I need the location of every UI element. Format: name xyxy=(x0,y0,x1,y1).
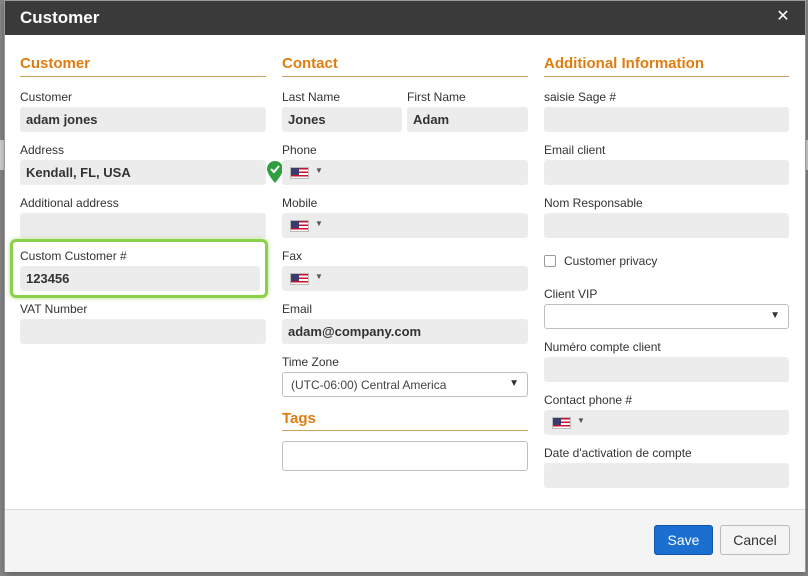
numero-compte-label: Numéro compte client xyxy=(544,340,661,354)
vat-number-field[interactable] xyxy=(20,319,266,344)
verified-location-icon xyxy=(267,161,283,183)
customer-modal: Customer ✕ Customer Customer adam jones … xyxy=(4,0,806,572)
custom-customer-number-label: Custom Customer # xyxy=(20,249,127,263)
customer-section-title: Customer xyxy=(20,55,91,72)
customer-field[interactable]: adam jones xyxy=(20,107,266,132)
time-zone-label: Time Zone xyxy=(282,355,339,369)
date-activation-field[interactable] xyxy=(544,463,789,488)
contact-phone-field[interactable]: ▼ xyxy=(544,410,789,435)
last-name-field[interactable]: Jones xyxy=(282,107,402,132)
section-divider xyxy=(282,76,528,77)
fax-field[interactable]: ▼ xyxy=(282,266,528,291)
section-divider xyxy=(20,76,266,77)
client-vip-label: Client VIP xyxy=(544,287,598,301)
nom-responsable-label: Nom Responsable xyxy=(544,196,643,210)
cancel-button[interactable]: Cancel xyxy=(720,525,790,555)
first-name-label: First Name xyxy=(407,90,466,104)
phone-field[interactable]: ▼ xyxy=(282,160,528,185)
address-field[interactable]: Kendall, FL, USA xyxy=(20,160,266,185)
additional-address-field[interactable] xyxy=(20,213,266,238)
chevron-down-icon: ▼ xyxy=(770,310,780,321)
tags-section-title: Tags xyxy=(282,410,316,427)
chevron-down-icon: ▼ xyxy=(509,378,519,389)
saisie-sage-field[interactable] xyxy=(544,107,789,132)
numero-compte-field[interactable] xyxy=(544,357,789,382)
saisie-sage-label: saisie Sage # xyxy=(544,90,617,104)
email-client-label: Email client xyxy=(544,143,606,157)
section-divider xyxy=(544,76,789,77)
fax-label: Fax xyxy=(282,249,303,263)
mobile-label: Mobile xyxy=(282,196,318,210)
custom-customer-number-field[interactable]: 123456 xyxy=(20,266,260,291)
us-flag-icon[interactable] xyxy=(290,220,309,232)
email-field[interactable]: adam@company.com xyxy=(282,319,528,344)
modal-title: Customer xyxy=(20,8,100,27)
save-button[interactable]: Save xyxy=(654,525,713,555)
email-label: Email xyxy=(282,302,313,316)
additional-info-section-title: Additional Information xyxy=(544,55,704,72)
address-label: Address xyxy=(20,143,65,157)
first-name-field[interactable]: Adam xyxy=(407,107,528,132)
modal-footer: Save Cancel xyxy=(5,510,805,572)
us-flag-icon[interactable] xyxy=(290,273,309,285)
mobile-field[interactable]: ▼ xyxy=(282,213,528,238)
close-icon[interactable]: ✕ xyxy=(775,8,791,26)
customer-privacy-label: Customer privacy xyxy=(564,254,658,268)
chevron-down-icon: ▼ xyxy=(315,219,323,228)
customer-label: Customer xyxy=(20,90,73,104)
chevron-down-icon: ▼ xyxy=(577,416,585,425)
tags-input[interactable] xyxy=(282,441,528,471)
email-client-field[interactable] xyxy=(544,160,789,185)
additional-address-label: Additional address xyxy=(20,196,119,210)
vat-number-label: VAT Number xyxy=(20,302,88,316)
nom-responsable-field[interactable] xyxy=(544,213,789,238)
last-name-label: Last Name xyxy=(282,90,341,104)
client-vip-select[interactable]: ▼ xyxy=(544,304,789,329)
date-activation-label: Date d'activation de compte xyxy=(544,446,692,460)
us-flag-icon[interactable] xyxy=(290,167,309,179)
phone-label: Phone xyxy=(282,143,317,157)
modal-header: Customer ✕ xyxy=(5,1,805,35)
contact-phone-label: Contact phone # xyxy=(544,393,633,407)
us-flag-icon[interactable] xyxy=(552,417,571,429)
contact-section-title: Contact xyxy=(282,55,338,72)
customer-privacy-checkbox[interactable] xyxy=(544,255,556,267)
chevron-down-icon: ▼ xyxy=(315,166,323,175)
section-divider xyxy=(282,430,528,431)
time-zone-value: (UTC-06:00) Central America xyxy=(291,378,447,392)
time-zone-select[interactable]: (UTC-06:00) Central America ▼ xyxy=(282,372,528,397)
chevron-down-icon: ▼ xyxy=(315,272,323,281)
